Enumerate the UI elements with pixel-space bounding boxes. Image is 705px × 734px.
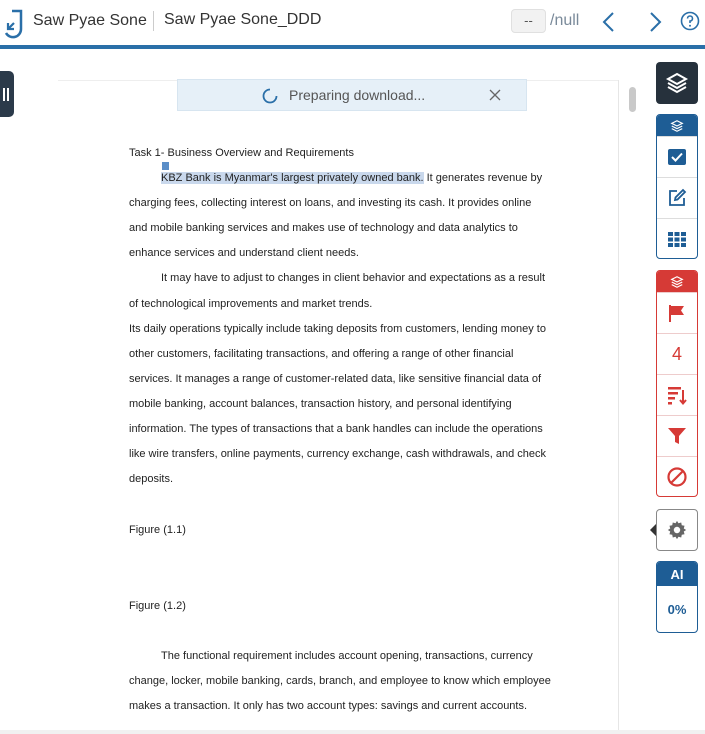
layers-icon — [665, 72, 689, 94]
scrollbar-thumb[interactable] — [629, 87, 636, 112]
filter-icon — [668, 428, 686, 444]
turnitin-logo-icon — [4, 9, 23, 39]
header-divider — [153, 11, 154, 31]
doc-line: KBZ Bank is Myanmar's largest privately … — [161, 172, 542, 184]
flag-count-button[interactable]: 4 — [657, 333, 697, 374]
feedback-button[interactable] — [657, 177, 697, 218]
layers-button[interactable] — [656, 62, 698, 104]
highlighted-text[interactable]: KBZ Bank is Myanmar's largest privately … — [161, 172, 424, 184]
rubric-button[interactable] — [657, 218, 697, 258]
figure-caption: Figure (1.1) — [129, 524, 186, 536]
comment-marker[interactable] — [162, 162, 169, 170]
chevron-right-icon[interactable] — [646, 10, 664, 34]
sort-button[interactable] — [657, 374, 697, 415]
page-total: /null — [550, 12, 580, 29]
flag-count: 4 — [671, 343, 682, 364]
student-name: Saw Pyae Sone — [33, 12, 147, 29]
doc-line: It may have to adjust to changes in clie… — [161, 272, 546, 285]
doc-line: makes a transaction. It only has two acc… — [129, 700, 528, 712]
flags-button[interactable] — [657, 292, 697, 333]
page-number-input[interactable]: -- — [511, 9, 546, 33]
doc-line: charging fees, collecting interest on lo… — [129, 197, 532, 210]
grading-tools-group — [656, 114, 698, 259]
block-icon — [667, 467, 687, 487]
gear-icon — [667, 520, 687, 540]
doc-line: other customers, facilitating transactio… — [129, 347, 514, 360]
doc-line: The functional requirement includes acco… — [161, 650, 533, 662]
grading-layer-header[interactable] — [657, 115, 697, 136]
grid-icon — [668, 232, 686, 247]
doc-line: deposits. — [129, 473, 174, 486]
download-toast: Preparing download... — [177, 79, 527, 111]
document-title: Saw Pyae Sone_DDD — [164, 11, 322, 28]
doc-line: and mobile banking services and makes us… — [129, 222, 518, 235]
doc-line: services. It manages a range of customer… — [129, 372, 542, 385]
sort-icon — [668, 387, 687, 406]
checkbox-icon — [668, 149, 686, 165]
bottom-border — [0, 730, 705, 734]
layers-icon — [670, 119, 684, 132]
exclude-button[interactable] — [657, 456, 697, 496]
doc-line: Its daily operations typically include t… — [129, 322, 546, 335]
ai-label: AI — [657, 562, 697, 586]
top-bar: Saw Pyae Sone Saw Pyae Sone_DDD -- /null — [0, 0, 705, 46]
close-icon[interactable] — [488, 88, 502, 102]
doc-line: change, locker, mobile banking, cards, b… — [129, 675, 551, 687]
chevron-left-icon[interactable] — [600, 10, 618, 34]
figure-caption: Figure (1.2) — [129, 600, 186, 612]
quickmark-button[interactable] — [657, 136, 697, 177]
ai-percentage: 0% — [667, 601, 687, 617]
doc-line-text: It generates revenue by — [423, 172, 543, 184]
side-panel-toggle[interactable] — [0, 71, 14, 117]
doc-line: mobile banking, account balances, transa… — [129, 397, 512, 410]
ai-writing-button[interactable]: AI 0% — [656, 561, 698, 633]
similarity-tools-group: 4 — [656, 270, 698, 497]
doc-line: information. The types of transactions t… — [129, 423, 543, 435]
edit-icon — [669, 188, 687, 206]
doc-line: like wire transfers, online payments, cu… — [129, 448, 546, 461]
layers-icon — [670, 275, 684, 288]
loading-spinner-icon — [262, 88, 278, 104]
viewer-border — [618, 80, 619, 734]
header-accent-line — [0, 45, 705, 49]
help-icon[interactable] — [680, 11, 700, 31]
filter-button[interactable] — [657, 415, 697, 456]
doc-line: enhance services and understand client n… — [129, 247, 359, 260]
toast-message: Preparing download... — [289, 87, 426, 103]
similarity-layer-header[interactable] — [657, 271, 697, 292]
settings-button[interactable] — [656, 509, 698, 551]
flag-icon — [669, 305, 684, 322]
doc-heading: Task 1- Business Overview and Requiremen… — [129, 147, 354, 159]
doc-line: of technological improvements and market… — [129, 297, 373, 310]
